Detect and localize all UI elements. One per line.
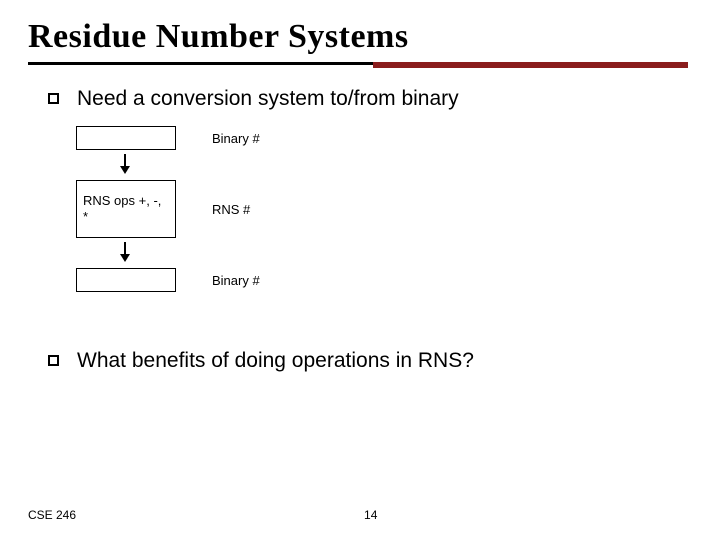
bullet-list-2: What benefits of doing operations in RNS…: [28, 348, 692, 374]
diagram-label-mid: RNS #: [212, 202, 332, 217]
bullet-list: Need a conversion system to/from binary: [28, 86, 692, 112]
title-rule: [28, 62, 688, 68]
diagram-box-ops-text: RNS ops +, -, *: [83, 193, 169, 226]
footer: CSE 246 14: [28, 508, 692, 522]
diagram-box-top: [76, 126, 176, 150]
footer-course: CSE 246: [28, 508, 76, 522]
bullet-item-2: What benefits of doing operations in RNS…: [48, 348, 692, 374]
arrow-1-wrap: [76, 158, 176, 172]
arrow-down-icon: [124, 154, 126, 172]
title-rule-maroon: [373, 62, 688, 68]
square-bullet-icon: [48, 93, 59, 104]
slide-title: Residue Number Systems: [28, 18, 692, 56]
footer-page-number: 14: [364, 508, 377, 522]
conversion-diagram: Binary # RNS ops +, -, * RNS # Binary #: [76, 126, 692, 292]
bullet-text-2: What benefits of doing operations in RNS…: [77, 348, 474, 374]
bullet-text-1: Need a conversion system to/from binary: [77, 86, 459, 112]
bullet-item-1: Need a conversion system to/from binary: [48, 86, 692, 112]
arrow-2-wrap: [76, 246, 176, 260]
diagram-box-ops: RNS ops +, -, *: [76, 180, 176, 238]
square-bullet-icon: [48, 355, 59, 366]
diagram-box-bottom: [76, 268, 176, 292]
arrow-down-icon: [124, 242, 126, 260]
title-rule-black: [28, 62, 373, 65]
slide: Residue Number Systems Need a conversion…: [0, 0, 720, 540]
diagram-label-bottom: Binary #: [212, 273, 332, 288]
diagram-label-top: Binary #: [212, 131, 332, 146]
